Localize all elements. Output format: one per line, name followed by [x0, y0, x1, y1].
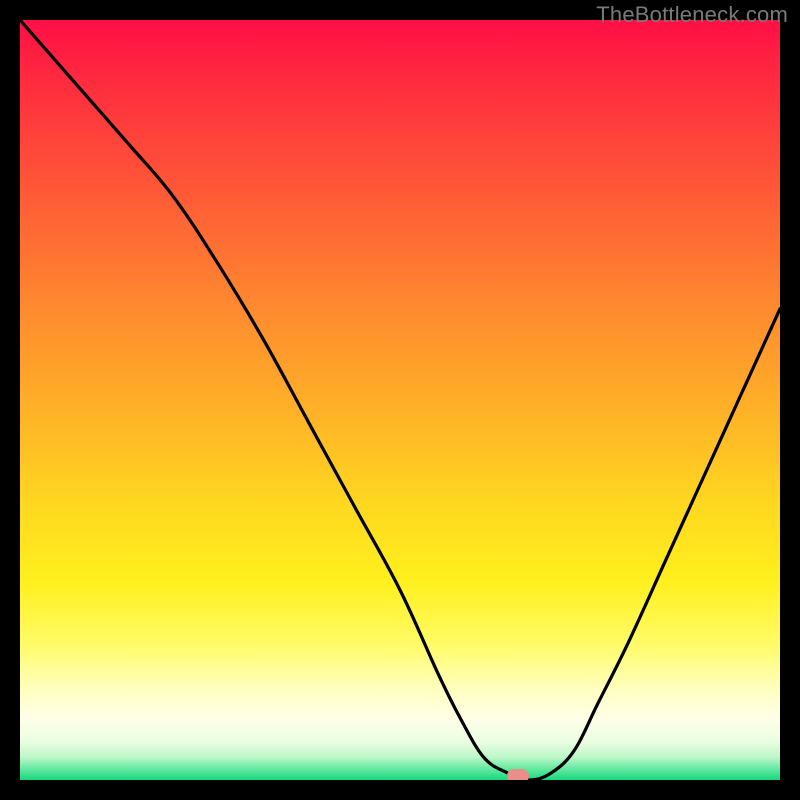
bottleneck-curve — [20, 20, 780, 780]
chart-frame: TheBottleneck.com — [0, 0, 800, 800]
plot-area — [20, 20, 780, 780]
optimal-marker — [507, 769, 529, 780]
watermark-text: TheBottleneck.com — [596, 2, 788, 28]
